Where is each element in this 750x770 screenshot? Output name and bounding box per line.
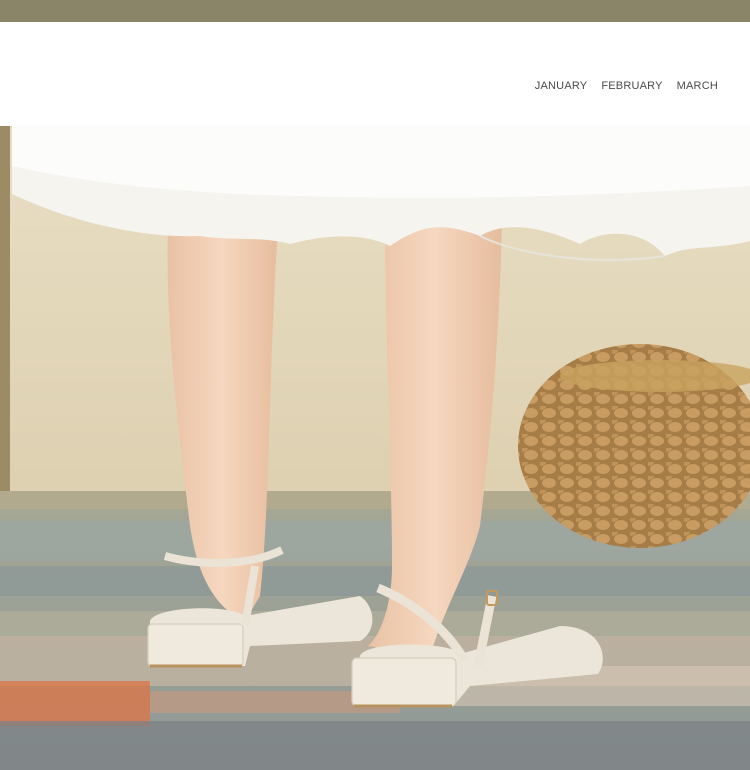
month-january[interactable]: JANUARY <box>535 80 588 92</box>
header: JANUARY FEBRUARY MARCH <box>0 22 750 126</box>
door-frame <box>0 126 10 506</box>
photo-scene <box>0 126 750 770</box>
month-nav: JANUARY FEBRUARY MARCH <box>535 80 718 92</box>
product-photo <box>0 126 750 770</box>
month-march[interactable]: MARCH <box>677 80 718 92</box>
top-band <box>0 0 750 22</box>
month-february[interactable]: FEBRUARY <box>601 80 662 92</box>
